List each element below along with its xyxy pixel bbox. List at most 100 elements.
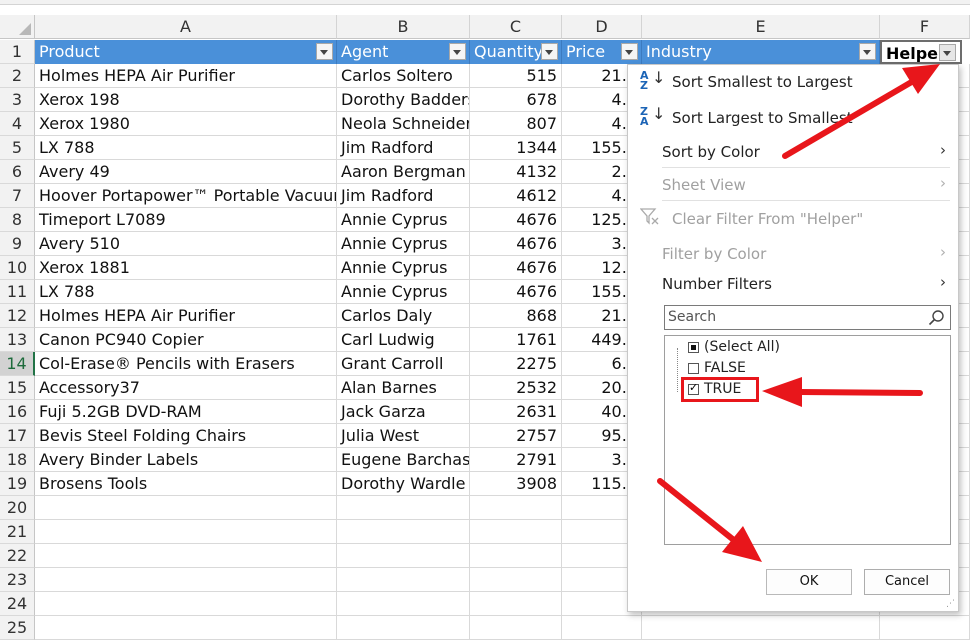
table-cell[interactable] — [337, 496, 470, 520]
table-cell[interactable]: Carl Ludwig — [337, 328, 470, 352]
table-cell[interactable] — [470, 568, 562, 592]
table-cell[interactable]: Brosens Tools — [35, 472, 337, 496]
table-cell[interactable]: 2631 — [470, 400, 562, 424]
row-header[interactable]: 11 — [0, 280, 35, 304]
table-cell[interactable]: 4676 — [470, 232, 562, 256]
table-cell[interactable]: 4612 — [470, 184, 562, 208]
row-header[interactable]: 24 — [0, 592, 35, 616]
sort-by-color[interactable]: Sort by Color — [662, 143, 760, 161]
table-cell[interactable]: 4132 — [470, 160, 562, 184]
column-header-a[interactable]: A — [35, 15, 337, 39]
table-cell[interactable]: 807 — [470, 112, 562, 136]
table-cell[interactable] — [470, 544, 562, 568]
table-cell[interactable]: Annie Cyprus — [337, 280, 470, 304]
table-cell[interactable] — [35, 616, 337, 640]
table-cell[interactable]: Avery 510 — [35, 232, 337, 256]
table-cell[interactable] — [35, 544, 337, 568]
table-cell[interactable]: Holmes HEPA Air Purifier — [35, 304, 337, 328]
select-all-checkbox[interactable] — [688, 342, 699, 353]
filter-dropdown-button[interactable] — [449, 43, 466, 60]
table-cell[interactable] — [880, 616, 970, 640]
header-cell-quantity[interactable]: Quantity — [470, 40, 562, 64]
table-cell[interactable] — [562, 616, 642, 640]
row-header[interactable]: 10 — [0, 256, 35, 280]
row-header[interactable]: 3 — [0, 88, 35, 112]
table-cell[interactable]: Accessory37 — [35, 376, 337, 400]
resize-grip-icon[interactable]: ⋰ — [946, 599, 955, 609]
table-cell[interactable]: LX 788 — [35, 136, 337, 160]
table-cell[interactable]: Avery Binder Labels — [35, 448, 337, 472]
table-cell[interactable]: Xerox 198 — [35, 88, 337, 112]
table-cell[interactable]: 1761 — [470, 328, 562, 352]
row-header[interactable]: 2 — [0, 64, 35, 88]
table-cell[interactable]: Jim Radford — [337, 184, 470, 208]
table-cell[interactable]: 4676 — [470, 208, 562, 232]
table-cell[interactable]: Xerox 1881 — [35, 256, 337, 280]
table-cell[interactable]: Canon PC940 Copier — [35, 328, 337, 352]
row-header[interactable]: 1 — [0, 40, 35, 64]
table-cell[interactable]: 4676 — [470, 256, 562, 280]
table-cell[interactable]: 515 — [470, 64, 562, 88]
header-cell-industry[interactable]: Industry — [642, 40, 880, 64]
table-cell[interactable]: Hoover Portapower™ Portable Vacuum — [35, 184, 337, 208]
filter-dropdown-button[interactable] — [316, 43, 333, 60]
cancel-button[interactable]: Cancel — [864, 569, 950, 595]
row-header[interactable]: 13 — [0, 328, 35, 352]
filter-dropdown-button[interactable] — [859, 43, 876, 60]
header-cell-price[interactable]: Price — [562, 40, 642, 64]
row-header[interactable]: 16 — [0, 400, 35, 424]
table-cell[interactable]: Grant Carroll — [337, 352, 470, 376]
table-cell[interactable] — [337, 616, 470, 640]
table-cell[interactable] — [337, 568, 470, 592]
header-cell-helper[interactable]: Helper — [880, 40, 962, 64]
column-header-b[interactable]: B — [337, 15, 470, 39]
table-cell[interactable] — [35, 592, 337, 616]
table-cell[interactable] — [470, 520, 562, 544]
row-header[interactable]: 25 — [0, 616, 35, 640]
table-cell[interactable] — [337, 592, 470, 616]
row-header[interactable]: 9 — [0, 232, 35, 256]
table-cell[interactable]: Carlos Daly — [337, 304, 470, 328]
table-cell[interactable] — [35, 496, 337, 520]
select-all-label[interactable]: (Select All) — [704, 339, 780, 355]
table-cell[interactable]: 868 — [470, 304, 562, 328]
ok-button[interactable]: OK — [766, 569, 852, 595]
filter-dropdown-button[interactable] — [541, 43, 558, 60]
row-header[interactable]: 20 — [0, 496, 35, 520]
row-header[interactable]: 23 — [0, 568, 35, 592]
table-cell[interactable]: 678 — [470, 88, 562, 112]
table-cell[interactable]: Annie Cyprus — [337, 232, 470, 256]
table-cell[interactable] — [470, 496, 562, 520]
sort-smallest-to-largest[interactable]: Sort Smallest to Largest — [672, 73, 853, 91]
table-cell[interactable]: 3908 — [470, 472, 562, 496]
sort-largest-to-smallest[interactable]: Sort Largest to Smallest — [672, 109, 853, 127]
table-cell[interactable]: Annie Cyprus — [337, 256, 470, 280]
table-cell[interactable]: Fuji 5.2GB DVD-RAM — [35, 400, 337, 424]
table-cell[interactable]: Carlos Soltero — [337, 64, 470, 88]
false-label[interactable]: FALSE — [704, 360, 746, 376]
table-cell[interactable]: Xerox 1980 — [35, 112, 337, 136]
row-header[interactable]: 17 — [0, 424, 35, 448]
filter-dropdown-button-active[interactable] — [939, 44, 956, 61]
table-cell[interactable]: Timeport L7089 — [35, 208, 337, 232]
table-cell[interactable]: Neola Schneider — [337, 112, 470, 136]
row-header[interactable]: 6 — [0, 160, 35, 184]
row-header[interactable]: 14 — [0, 352, 35, 376]
table-cell[interactable]: 2791 — [470, 448, 562, 472]
row-header[interactable]: 19 — [0, 472, 35, 496]
table-cell[interactable]: 2757 — [470, 424, 562, 448]
column-header-e[interactable]: E — [642, 15, 880, 39]
false-checkbox[interactable] — [688, 363, 699, 374]
number-filters[interactable]: Number Filters — [662, 275, 772, 293]
table-cell[interactable] — [470, 592, 562, 616]
row-header[interactable]: 22 — [0, 544, 35, 568]
table-cell[interactable]: Jack Garza — [337, 400, 470, 424]
table-cell[interactable]: 4676 — [470, 280, 562, 304]
filter-dropdown-button[interactable] — [621, 43, 638, 60]
table-cell[interactable]: 1344 — [470, 136, 562, 160]
table-cell[interactable]: Dorothy Badders — [337, 88, 470, 112]
row-header[interactable]: 15 — [0, 376, 35, 400]
table-cell[interactable] — [337, 520, 470, 544]
table-cell[interactable]: Annie Cyprus — [337, 208, 470, 232]
table-cell[interactable]: Jim Radford — [337, 136, 470, 160]
